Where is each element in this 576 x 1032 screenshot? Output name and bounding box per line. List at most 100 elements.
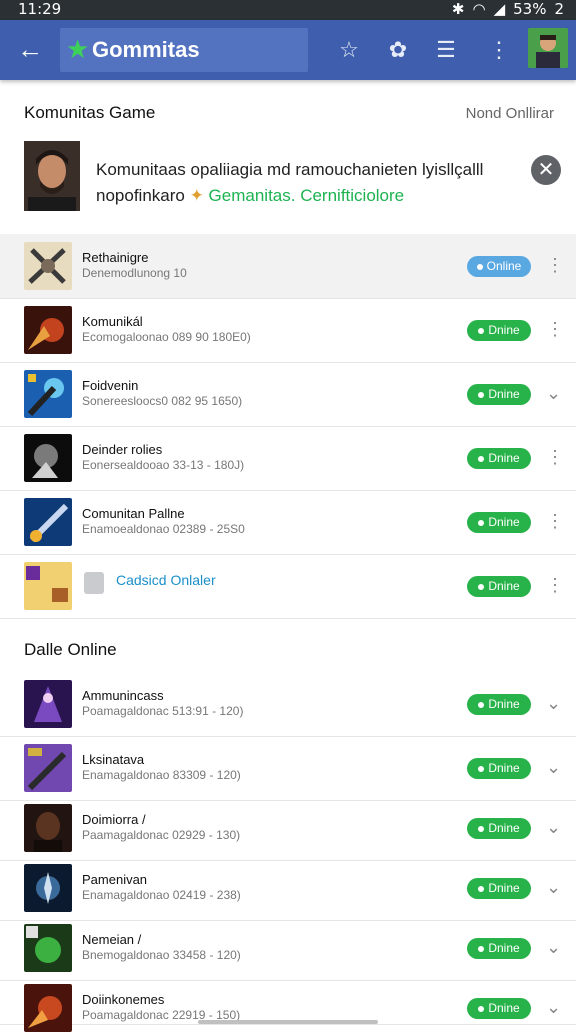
star-logo-icon: ★ [66, 34, 90, 64]
status-badge: Dnine [467, 694, 531, 715]
game-name: Doimiorra / [82, 812, 146, 827]
status-bar: 11:29 ✱ ◠ ◢ 53% 2 [0, 0, 576, 20]
game-name: Deinder rolies [82, 442, 163, 457]
list-item[interactable]: Doimiorra / Paamagaldonac 02929 - 130) D… [0, 796, 576, 861]
game-meta: Eonersealdooao 33-13 - 180J) [82, 458, 245, 472]
more-options-icon[interactable]: ⋮ [546, 316, 564, 342]
status-badge: Dnine [467, 998, 531, 1019]
game-meta: Enamoealdonao 02389 - 25S0 [82, 522, 245, 536]
home-indicator[interactable] [198, 1020, 378, 1024]
game-thumbnail [24, 242, 72, 290]
battery-percent: 53% [513, 0, 547, 18]
overflow-menu-icon[interactable]: ⋮ [483, 34, 515, 66]
chevron-down-icon[interactable]: ⌄ [546, 690, 561, 716]
game-thumbnail [24, 804, 72, 852]
list-item[interactable]: Nemeian / Bnemogaldonao 33458 - 120) Dni… [0, 916, 576, 981]
game-thumbnail [24, 680, 72, 728]
list-item[interactable]: Deinder rolies Eonersealdooao 33-13 - 18… [0, 426, 576, 491]
more-options-icon[interactable]: ⋮ [546, 508, 564, 534]
list-item[interactable]: Foidvenin Sonereesloocs0 082 95 1650) Dn… [0, 362, 576, 427]
game-thumbnail [24, 984, 72, 1032]
game-meta: Enamagaldonao 02419 - 238) [82, 888, 241, 902]
bluetooth-icon: ✱ [451, 0, 465, 18]
chevron-down-icon[interactable]: ⌄ [546, 994, 561, 1020]
game-thumbnail [24, 434, 72, 482]
game-meta: Paamagaldonac 02929 - 130) [82, 828, 241, 842]
chevron-down-icon[interactable]: ⌄ [546, 934, 561, 960]
game-name: Comunitan Pallne [82, 506, 185, 521]
section-action-link[interactable]: Nond Onllirar [466, 105, 554, 122]
feature-line1: Komunitaas opaliiagia md ramouchanieten … [96, 160, 484, 179]
list-item[interactable]: Pamenivan Enamagaldonao 02419 - 238) Dni… [0, 856, 576, 921]
game-thumbnail [24, 306, 72, 354]
puzzle-icon[interactable]: ✿ [382, 34, 414, 66]
game-name: Lksinatava [82, 752, 145, 767]
list-item[interactable]: Cadsicd Onlaler Dnine ⋮ [0, 554, 576, 619]
status-time: 11:29 [18, 0, 62, 18]
status-badge: Dnine [467, 878, 531, 899]
status-badge: Dnine [467, 938, 531, 959]
game-link-name[interactable]: Cadsicd Onlaler [116, 572, 216, 588]
storage-icon [84, 572, 104, 594]
status-badge: Dnine [467, 384, 531, 405]
signal-icon: ◢ [493, 0, 506, 18]
more-options-icon[interactable]: ⋮ [546, 444, 564, 470]
game-name: Doiinkonemes [82, 992, 165, 1007]
list-item[interactable]: Doiinkonemes Poamagaldonac 22919 - 150) … [0, 976, 576, 1032]
list-item[interactable]: Komunikál Ecomogaloonao 089 90 180E0) Dn… [0, 298, 576, 363]
feature-green-link[interactable]: Gemanitas. Cernifticiolore [209, 186, 405, 205]
status-badge: Dnine [467, 576, 531, 597]
chevron-down-icon[interactable]: ⌄ [546, 874, 561, 900]
list-item[interactable]: Rethainigre Denemodlunong 10 Online ⋮ [0, 234, 576, 299]
chevron-down-icon[interactable]: ⌄ [546, 380, 561, 406]
status-badge: Dnine [467, 448, 531, 469]
game-name: Nemeian / [82, 932, 142, 947]
chevron-down-icon[interactable]: ⌄ [546, 754, 561, 780]
feature-line2: nopofinkaro [96, 186, 185, 205]
game-name: Komunikál [82, 314, 143, 329]
more-options-icon[interactable]: ⋮ [546, 252, 564, 278]
game-meta: Denemodlunong 10 [82, 266, 187, 280]
game-meta: Poamagaldonac 513:91 - 120) [82, 704, 244, 718]
chevron-down-icon[interactable]: ⌄ [546, 814, 561, 840]
game-thumbnail [24, 370, 72, 418]
status-badge: Dnine [467, 320, 531, 341]
game-name: Pamenivan [82, 872, 148, 887]
game-name: Foidvenin [82, 378, 139, 393]
feature-banner: Komunitaas opaliiagia md ramouchanieten … [0, 135, 576, 213]
back-arrow-icon[interactable]: ← [16, 36, 44, 64]
app-title: Gommitas [92, 37, 200, 62]
list-item[interactable]: Comunitan Pallne Enamoealdonao 02389 - 2… [0, 490, 576, 555]
battery-icon: 2 [554, 0, 564, 18]
feature-avatar [24, 141, 80, 211]
game-name: Ammunincass [82, 688, 164, 703]
section-title-online: Dalle Online [24, 640, 117, 659]
status-badge: Online [467, 256, 531, 277]
wifi-icon: ◠ [472, 0, 486, 18]
title-search-box[interactable]: ★ Gommitas [60, 28, 308, 72]
menu-lines-icon[interactable]: ☰ [430, 34, 462, 66]
game-meta: Ecomogaloonao 089 90 180E0) [82, 330, 251, 344]
game-thumbnail [24, 744, 72, 792]
status-badge: Dnine [467, 758, 531, 779]
status-badge: Dnine [467, 512, 531, 533]
list-item[interactable]: Lksinatava Enamagaldonao 83309 - 120) Dn… [0, 736, 576, 801]
game-meta: Enamagaldonao 83309 - 120) [82, 768, 241, 782]
game-thumbnail [24, 864, 72, 912]
user-avatar[interactable] [528, 28, 568, 68]
app-bar: ← ★ Gommitas ☆ ✿ ☰ ⋮ [0, 20, 576, 80]
game-thumbnail [24, 924, 72, 972]
close-icon[interactable]: ✕ [531, 155, 561, 185]
status-badge: Dnine [467, 818, 531, 839]
game-thumbnail [24, 562, 72, 610]
game-name: Rethainigre [82, 250, 149, 265]
list-item[interactable]: Ammunincass Poamagaldonac 513:91 - 120) … [0, 672, 576, 737]
more-options-icon[interactable]: ⋮ [546, 572, 564, 598]
game-thumbnail [24, 498, 72, 546]
game-meta: Sonereesloocs0 082 95 1650) [82, 394, 243, 408]
section-title-komunitas: Komunitas Game [24, 103, 156, 122]
feature-text: Komunitaas opaliiagia md ramouchanieten … [96, 157, 516, 209]
runner-icon: ✦ [189, 186, 209, 205]
game-meta: Bnemogaldonao 33458 - 120) [82, 948, 241, 962]
star-outline-icon[interactable]: ☆ [333, 34, 365, 66]
